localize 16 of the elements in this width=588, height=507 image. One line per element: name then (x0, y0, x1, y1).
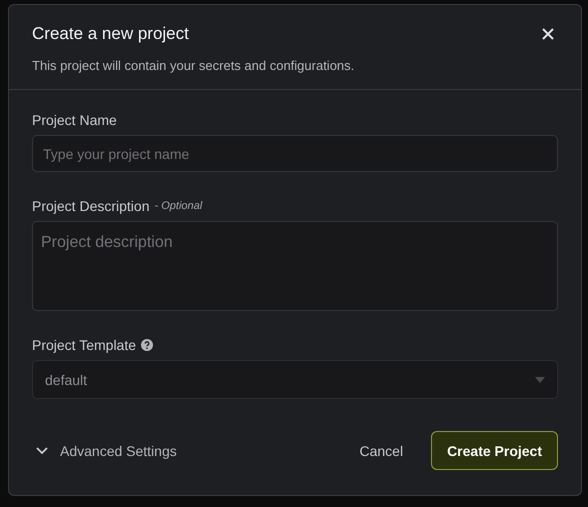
field-label: Project Template (32, 337, 136, 353)
dialog-title: Create a new project (32, 24, 190, 44)
field-label: Project Description (32, 198, 150, 214)
template-select[interactable]: default (32, 360, 558, 399)
dialog-subtitle: This project will contain your secrets and configurations. (32, 58, 354, 73)
optional-note: - Optional (154, 200, 202, 212)
create-project-button[interactable]: Create Project (431, 431, 558, 470)
close-icon (542, 28, 554, 40)
project-name-field[interactable]: Type your project name (32, 135, 558, 172)
cancel-button[interactable]: Cancel (351, 434, 412, 466)
description-field[interactable]: Project description (32, 221, 558, 311)
help-icon[interactable] (141, 339, 154, 351)
advanced-settings-toggle[interactable]: Advanced Settings (32, 442, 177, 458)
dropdown-caret-icon (535, 376, 545, 382)
chevron-icon (36, 446, 48, 454)
field-label: Project Name (32, 112, 117, 128)
